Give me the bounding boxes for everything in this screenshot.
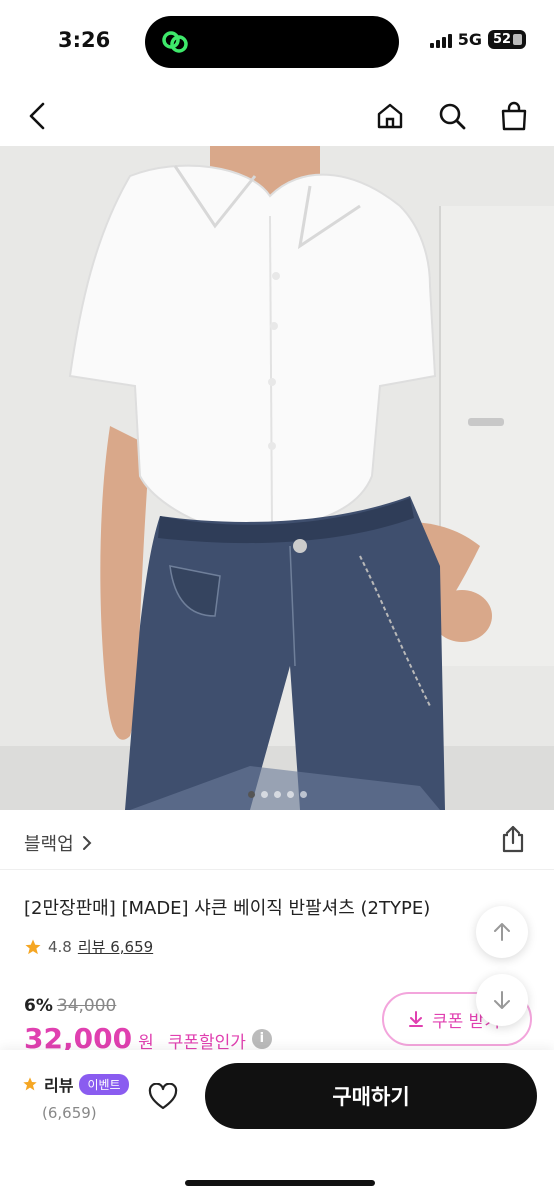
product-photo <box>0 146 554 810</box>
link-app-icon <box>162 31 188 53</box>
network-type: 5G <box>457 30 482 49</box>
status-time: 3:26 <box>58 28 111 52</box>
top-nav <box>0 84 554 146</box>
download-icon <box>409 1011 423 1027</box>
brand-link[interactable]: 블랙업 <box>24 830 92 856</box>
rating-row: 4.8 리뷰 6,659 <box>24 936 153 957</box>
battery-level: 52 <box>493 32 512 47</box>
buy-button[interactable]: 구매하기 <box>205 1063 537 1129</box>
home-icon <box>377 103 403 129</box>
status-indicators: 5G 52 <box>429 30 526 49</box>
info-icon[interactable]: i <box>251 1028 272 1049</box>
pagination-dot[interactable] <box>247 791 255 798</box>
product-title: [2만장판매] [MADE] 샤큰 베이직 반팔셔츠 (2TYPE) <box>24 898 431 919</box>
review-summary[interactable]: 리뷰 이벤트 (6,659) <box>22 1072 129 1122</box>
battery-icon: 52 <box>488 30 526 49</box>
scroll-up-button[interactable] <box>476 906 528 958</box>
cart-button[interactable] <box>494 96 534 136</box>
search-icon <box>439 103 466 130</box>
image-pagination <box>0 791 554 798</box>
review-count: (6,659) <box>42 1104 97 1122</box>
pagination-dot[interactable] <box>273 791 281 798</box>
original-price: 34,000 <box>56 996 117 1016</box>
dynamic-island <box>145 16 399 68</box>
event-badge: 이벤트 <box>79 1073 129 1095</box>
star-icon <box>25 939 41 954</box>
back-button[interactable] <box>18 96 58 136</box>
pagination-dot[interactable] <box>299 791 307 798</box>
home-button[interactable] <box>370 96 410 136</box>
share-button[interactable] <box>498 824 528 854</box>
star-icon <box>23 1077 37 1091</box>
signal-icon <box>429 32 452 48</box>
status-bar: 3:26 5G 52 <box>0 0 554 84</box>
reviews-link[interactable]: 리뷰 6,659 <box>78 936 153 957</box>
chevron-left-icon <box>29 102 45 130</box>
category-row: 블랙업 <box>0 810 554 870</box>
arrow-up-icon <box>494 923 510 941</box>
shopping-bag-icon <box>501 101 527 131</box>
scroll-down-button[interactable] <box>476 974 528 1026</box>
home-indicator <box>185 1180 375 1186</box>
discount-rate: 6% <box>24 996 53 1016</box>
bottom-action-bar: 리뷰 이벤트 (6,659) 구매하기 <box>0 1050 554 1200</box>
brand-label: 블랙업 <box>24 834 74 855</box>
pagination-dot[interactable] <box>286 791 294 798</box>
like-button[interactable] <box>146 1080 180 1114</box>
rating-value: 4.8 <box>48 937 72 956</box>
chevron-right-icon <box>82 836 92 850</box>
pagination-dot[interactable] <box>260 791 268 798</box>
arrow-down-icon <box>494 991 510 1009</box>
review-label: 리뷰 <box>44 1076 74 1095</box>
heart-icon <box>148 1083 178 1110</box>
search-button[interactable] <box>432 96 472 136</box>
share-icon <box>502 825 524 853</box>
product-image[interactable] <box>0 146 554 810</box>
price-block: 6% 34,000 32,000 원 쿠폰할인가 i <box>24 996 272 1055</box>
